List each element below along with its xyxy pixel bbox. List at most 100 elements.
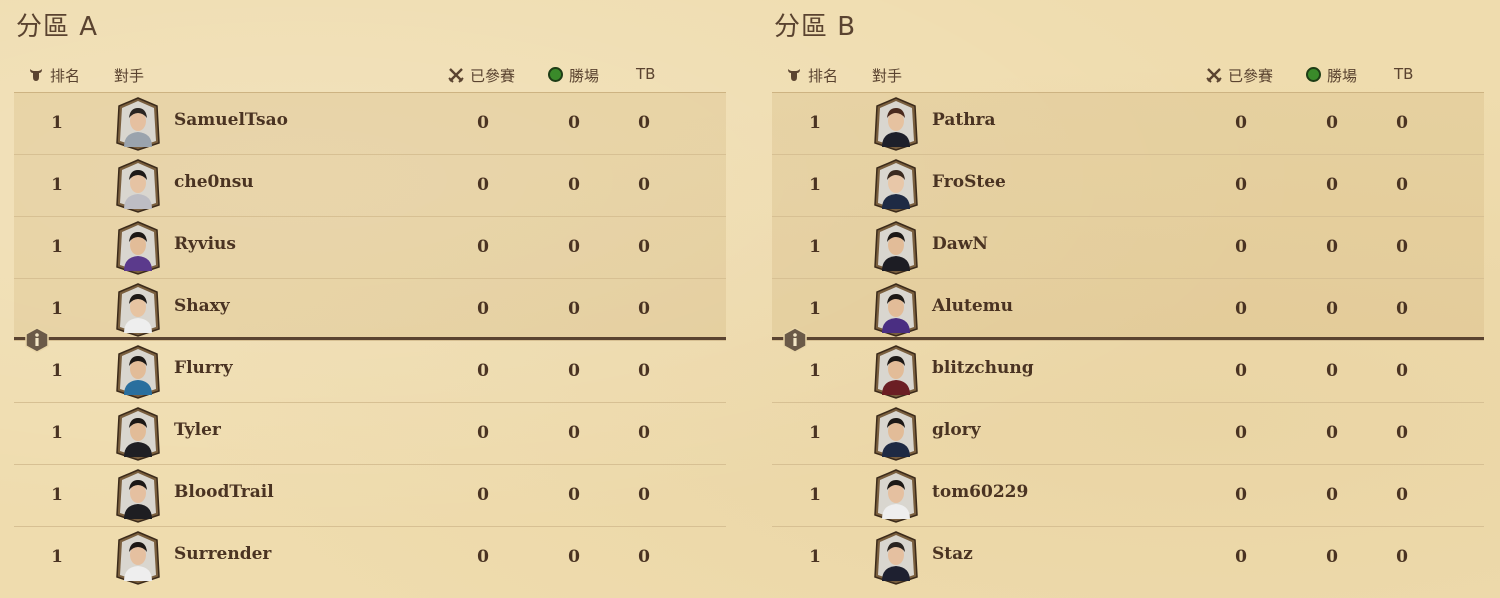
player-portrait[interactable] xyxy=(116,97,160,151)
rank-column-header[interactable]: 排名 xyxy=(28,65,80,86)
tb-column-header[interactable]: TB xyxy=(636,65,655,83)
player-name[interactable]: Surrender xyxy=(174,544,271,564)
wins-value: 0 xyxy=(1326,485,1338,505)
player-name[interactable]: Flurry xyxy=(174,358,233,378)
table-row[interactable]: 1 FroStee 0 0 0 xyxy=(772,154,1484,216)
rank-value: 1 xyxy=(51,299,63,319)
rank-header-label: 排名 xyxy=(808,67,839,85)
player-portrait[interactable] xyxy=(116,283,160,337)
player-portrait[interactable] xyxy=(116,469,160,523)
player-name[interactable]: Tyler xyxy=(174,420,221,440)
table-row[interactable]: 1 Alutemu 0 0 0 xyxy=(772,278,1484,340)
tb-value: 0 xyxy=(1396,423,1408,443)
table-row[interactable]: 1 DawN 0 0 0 xyxy=(772,216,1484,278)
player-portrait[interactable] xyxy=(874,531,918,585)
bull-head-icon xyxy=(788,69,800,81)
player-name[interactable]: BloodTrail xyxy=(174,482,274,502)
table-header: 排名 對手 已參賽 勝場 TB xyxy=(14,60,726,90)
wins-value: 0 xyxy=(1326,547,1338,567)
wins-column-header[interactable]: 勝場 xyxy=(1306,65,1357,86)
table-row[interactable]: 1 tom60229 0 0 0 xyxy=(772,464,1484,526)
player-portrait[interactable] xyxy=(874,469,918,523)
wins-column-header[interactable]: 勝場 xyxy=(548,65,599,86)
rank-column-header[interactable]: 排名 xyxy=(786,65,838,86)
wins-value: 0 xyxy=(1326,113,1338,133)
wins-value: 0 xyxy=(1326,175,1338,195)
table-row[interactable]: 1 glory 0 0 0 xyxy=(772,402,1484,464)
played-value: 0 xyxy=(477,237,489,257)
opponent-column-header[interactable]: 對手 xyxy=(872,65,902,86)
player-portrait[interactable] xyxy=(874,283,918,337)
played-value: 0 xyxy=(477,547,489,567)
table-row[interactable]: 1 Tyler 0 0 0 xyxy=(14,402,726,464)
table-row[interactable]: 1 BloodTrail 0 0 0 xyxy=(14,464,726,526)
wins-value: 0 xyxy=(1326,361,1338,381)
player-portrait[interactable] xyxy=(116,159,160,213)
player-name[interactable]: Pathra xyxy=(932,110,996,130)
rank-value: 1 xyxy=(809,547,821,567)
table-row[interactable]: 1 Ryvius 0 0 0 xyxy=(14,216,726,278)
group-title: 分區 A xyxy=(16,12,99,42)
table-row[interactable]: 1 Pathra 0 0 0 xyxy=(772,92,1484,154)
player-name[interactable]: DawN xyxy=(932,234,988,254)
rank-value: 1 xyxy=(809,361,821,381)
table-row[interactable]: 1 Staz 0 0 0 xyxy=(772,526,1484,588)
standings-list: 1 SamuelTsao 0 0 0 1 che0nsu 0 0 0 1 Ryvius 0 0 0 1 Shax… xyxy=(14,92,726,588)
player-name[interactable]: blitzchung xyxy=(932,358,1034,378)
rank-header-label: 排名 xyxy=(50,67,81,85)
rank-value: 1 xyxy=(51,361,63,381)
green-dot-icon xyxy=(1306,67,1321,82)
table-row[interactable]: 1 blitzchung 0 0 0 xyxy=(772,340,1484,402)
table-row[interactable]: 1 che0nsu 0 0 0 xyxy=(14,154,726,216)
tb-value: 0 xyxy=(638,113,650,133)
table-row[interactable]: 1 Surrender 0 0 0 xyxy=(14,526,726,588)
player-portrait[interactable] xyxy=(116,345,160,399)
standings-list: 1 Pathra 0 0 0 1 FroStee 0 0 0 1 DawN 0 0 0 1 Alutemu 0 0 0… xyxy=(772,92,1484,588)
table-row[interactable]: 1 Shaxy 0 0 0 xyxy=(14,278,726,340)
rank-value: 1 xyxy=(51,423,63,443)
tb-value: 0 xyxy=(1396,361,1408,381)
player-name[interactable]: FroStee xyxy=(932,172,1006,192)
rank-value: 1 xyxy=(809,485,821,505)
player-name[interactable]: Shaxy xyxy=(174,296,230,316)
info-icon[interactable] xyxy=(782,327,808,353)
rank-value: 1 xyxy=(809,113,821,133)
rank-value: 1 xyxy=(809,237,821,257)
wins-value: 0 xyxy=(568,361,580,381)
wins-value: 0 xyxy=(568,485,580,505)
player-portrait[interactable] xyxy=(116,221,160,275)
tb-column-header[interactable]: TB xyxy=(1394,65,1413,83)
wins-value: 0 xyxy=(568,423,580,443)
advancement-cutline xyxy=(772,337,1484,340)
opponent-column-header[interactable]: 對手 xyxy=(114,65,144,86)
played-column-header[interactable]: 已參賽 xyxy=(1206,65,1273,86)
wins-value: 0 xyxy=(568,547,580,567)
player-name[interactable]: Alutemu xyxy=(932,296,1013,316)
player-portrait[interactable] xyxy=(874,345,918,399)
rank-value: 1 xyxy=(51,485,63,505)
rank-value: 1 xyxy=(51,175,63,195)
player-name[interactable]: SamuelTsao xyxy=(174,110,288,130)
player-portrait[interactable] xyxy=(874,407,918,461)
played-value: 0 xyxy=(1235,423,1247,443)
player-portrait[interactable] xyxy=(874,97,918,151)
player-name[interactable]: Ryvius xyxy=(174,234,236,254)
group-a-table: 分區 A 排名 對手 已參賽 勝場 TB 1 SamuelTsao 0 0 0 1 che0… xyxy=(14,0,726,598)
player-name[interactable]: tom60229 xyxy=(932,482,1028,502)
player-name[interactable]: che0nsu xyxy=(174,172,254,192)
played-value: 0 xyxy=(1235,361,1247,381)
group-b-table: 分區 B 排名 對手 已參賽 勝場 TB 1 Pathra 0 0 0 1 FroStee 0… xyxy=(772,0,1484,598)
table-row[interactable]: 1 SamuelTsao 0 0 0 xyxy=(14,92,726,154)
player-name[interactable]: Staz xyxy=(932,544,973,564)
player-portrait[interactable] xyxy=(874,221,918,275)
green-dot-icon xyxy=(548,67,563,82)
played-value: 0 xyxy=(1235,299,1247,319)
table-row[interactable]: 1 Flurry 0 0 0 xyxy=(14,340,726,402)
info-icon[interactable] xyxy=(24,327,50,353)
played-column-header[interactable]: 已參賽 xyxy=(448,65,515,86)
played-value: 0 xyxy=(477,485,489,505)
player-portrait[interactable] xyxy=(116,531,160,585)
player-portrait[interactable] xyxy=(116,407,160,461)
player-name[interactable]: glory xyxy=(932,420,981,440)
player-portrait[interactable] xyxy=(874,159,918,213)
